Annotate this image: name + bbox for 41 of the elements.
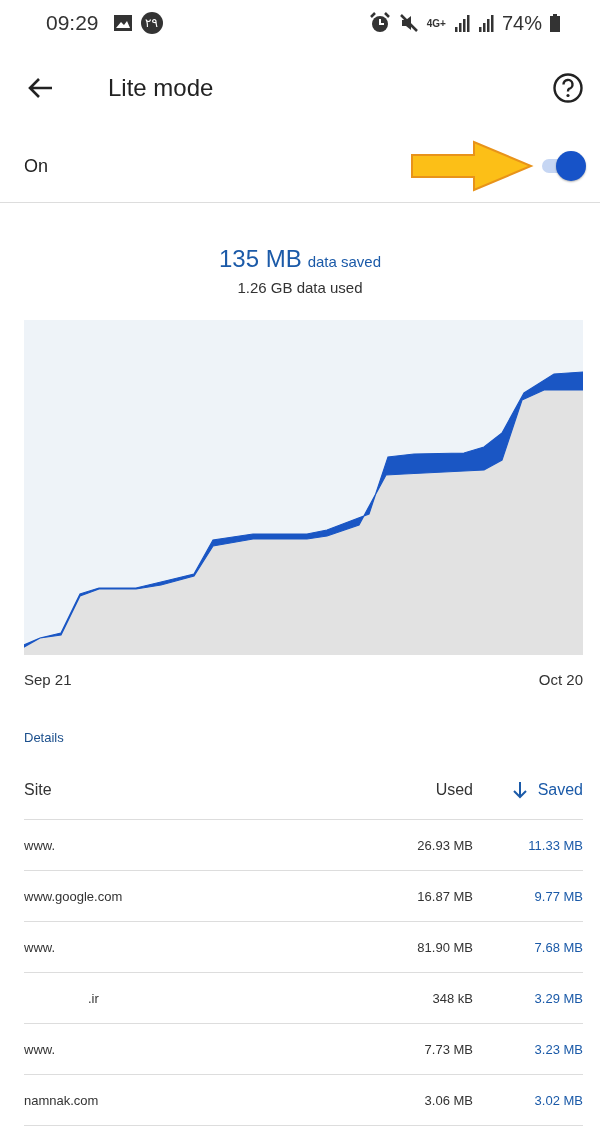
- used-cell-text: 3.06 MB: [423, 1092, 473, 1108]
- notification-badge: ۲۹: [140, 12, 163, 34]
- switch-label: On: [24, 155, 48, 177]
- details-heading: Details: [23, 729, 65, 745]
- saved-cell-text: 3.02 MB: [533, 1092, 583, 1108]
- arrow-icon: [410, 140, 534, 192]
- site-cell-text: .ir: [87, 990, 100, 1006]
- used-cell-text: 81.90 MB: [416, 939, 473, 955]
- signal-icon: [477, 14, 494, 32]
- battery-percent: 74%: [501, 11, 542, 35]
- site-cell-text: www.: [24, 939, 57, 955]
- site-cell-text: www.: [24, 1041, 57, 1057]
- saved-amount: 135 MB: [218, 245, 302, 273]
- site-cell-text: www.google.com: [24, 888, 124, 904]
- axis-label: Oct 20: [538, 671, 583, 688]
- site-cell-text: www.: [24, 837, 57, 853]
- column-header: Site: [24, 781, 53, 799]
- signal-icon: [453, 14, 470, 32]
- saved-label: data saved: [307, 253, 382, 270]
- saved-cell-text: 11.33 MB: [527, 837, 583, 853]
- alarm-icon: [368, 12, 391, 34]
- column-header: Used: [434, 781, 473, 799]
- column-header[interactable]: Saved: [537, 781, 583, 799]
- battery-icon: [550, 14, 560, 32]
- used-amount: 1.26 GB data used: [237, 279, 363, 296]
- sort-down-icon: [511, 781, 528, 799]
- mute-icon: [398, 13, 419, 33]
- used-cell-text: 348 kB: [431, 990, 473, 1006]
- page-title: Lite mode: [108, 74, 214, 102]
- used-cell-text: 7.73 MB: [423, 1041, 473, 1057]
- used-cell-text: 26.93 MB: [416, 837, 473, 853]
- site-cell-text: namnak.com: [24, 1092, 100, 1108]
- saved-cell-text: 3.23 MB: [533, 1041, 583, 1057]
- used-cell-text: 16.87 MB: [416, 888, 473, 904]
- axis-label: Sep 21: [24, 671, 72, 688]
- saved-cell-text: 9.77 MB: [533, 888, 583, 904]
- image-icon: [112, 14, 133, 32]
- saved-cell-text: 3.29 MB: [533, 990, 583, 1006]
- status-time: 09:29: [46, 11, 99, 35]
- saved-cell-text: 7.68 MB: [533, 939, 583, 955]
- network-type: 4G+: [426, 17, 446, 29]
